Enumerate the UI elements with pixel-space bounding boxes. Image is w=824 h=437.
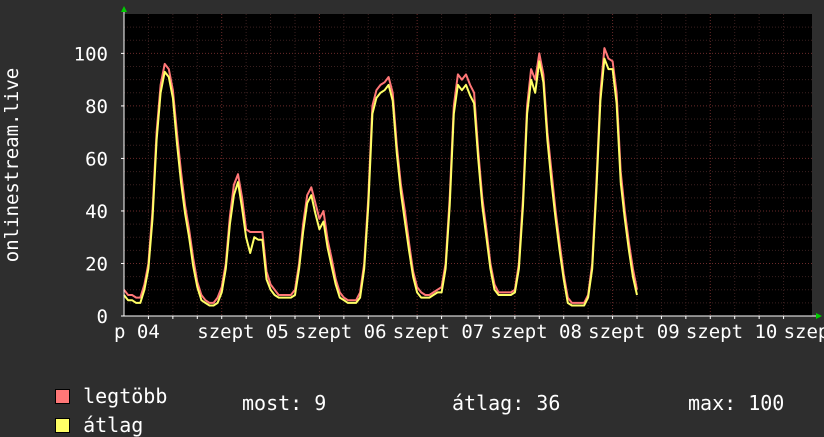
y-tick-labels: 0 20 40 60 80 100 — [74, 43, 108, 328]
y-tick-label: 20 — [85, 253, 108, 275]
x-tick-label: szept 05 — [197, 321, 289, 343]
y-tick-label: 60 — [85, 148, 108, 170]
y-axis-label: onlinestream.live — [1, 68, 23, 262]
plot-background — [124, 14, 812, 316]
x-tick-label: szept 07 — [393, 321, 485, 343]
chart: 0 20 40 60 80 100 p 04 szept 05 szept 06 szept 0… — [1, 6, 824, 343]
x-tick-label: szept 10 — [686, 321, 778, 343]
stat-max: max: 100 — [688, 391, 785, 415]
legend-swatch-atlag — [55, 418, 71, 433]
x-tick-label: szept 09 — [588, 321, 680, 343]
y-axis-arrow — [121, 6, 127, 12]
legend-item-atlag: átlag — [31, 392, 143, 436]
y-tick-label: 40 — [85, 201, 108, 223]
x-tick-label: szept 08 — [490, 321, 582, 343]
legend-label-atlag: átlag — [83, 413, 144, 437]
x-tick-label: szep — [784, 321, 824, 343]
y-tick-label: 0 — [97, 306, 108, 328]
y-tick-label: 80 — [85, 96, 108, 118]
x-tick-label: szept 06 — [295, 321, 387, 343]
x-tick-label: p 04 — [114, 321, 160, 343]
y-tick-label: 100 — [74, 43, 108, 65]
stat-most: most: 9 — [242, 391, 327, 415]
x-axis-arrow — [816, 313, 822, 319]
stat-atlag: átlag: 36 — [452, 391, 561, 415]
x-tick-labels: p 04 szept 05 szept 06 szept 07 szept 08 szep… — [114, 321, 824, 343]
